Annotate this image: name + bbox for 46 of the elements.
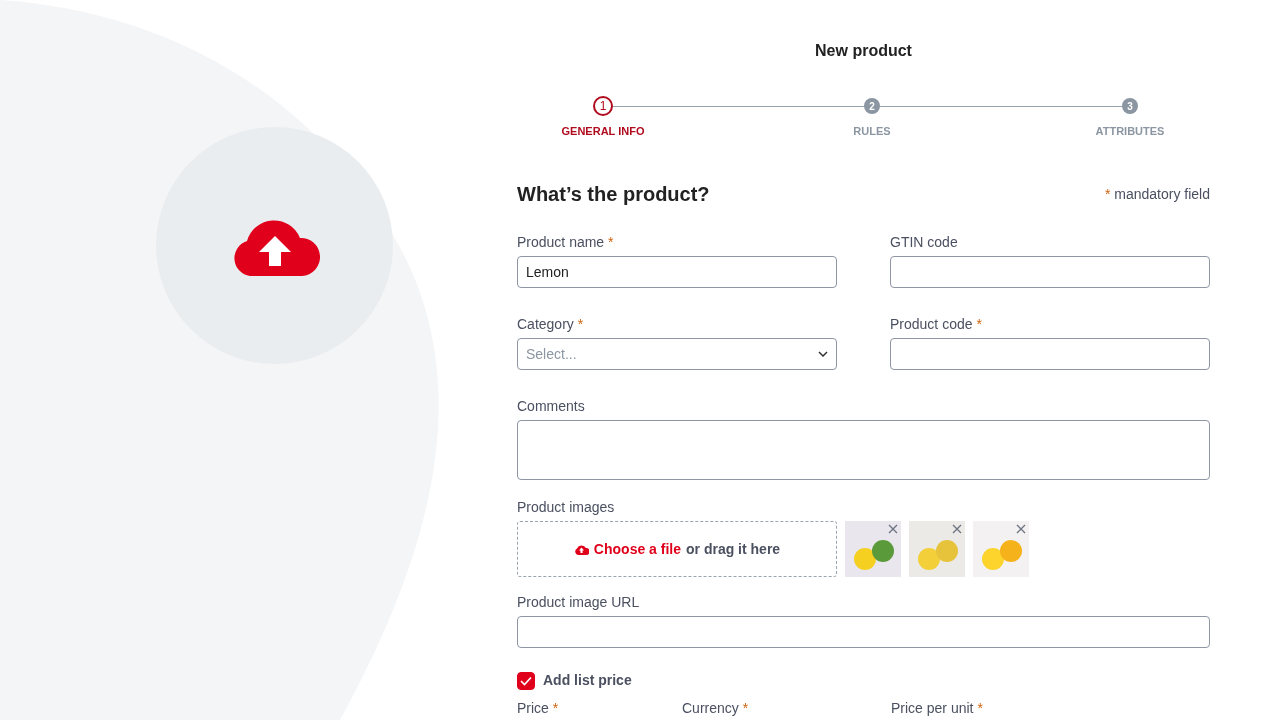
text-field[interactable]: Lemon bbox=[517, 256, 837, 288]
required-asterisk: * bbox=[608, 234, 614, 250]
checkbox-label: Add list price bbox=[543, 671, 632, 690]
field-label: Product name bbox=[517, 234, 605, 250]
close-icon[interactable] bbox=[888, 524, 898, 534]
comments-field[interactable] bbox=[517, 420, 1210, 480]
step-tab[interactable]: RULES bbox=[853, 123, 891, 140]
field-label: Product image URL bbox=[517, 594, 640, 610]
close-icon[interactable] bbox=[1016, 524, 1026, 534]
drop-hint: or drag it here bbox=[686, 539, 781, 559]
field-label: Comments bbox=[517, 398, 585, 414]
text-field[interactable] bbox=[890, 338, 1210, 370]
choose-file-link[interactable]: Choose a file bbox=[593, 538, 681, 560]
lemon-photo bbox=[909, 521, 965, 577]
field-label: GTIN code bbox=[890, 234, 958, 250]
step-number[interactable]: 3 bbox=[1122, 98, 1138, 114]
field-label: Price per unit bbox=[891, 700, 974, 716]
step-number[interactable]: 2 bbox=[864, 98, 880, 114]
required-asterisk: * bbox=[976, 316, 982, 332]
lemon-photo bbox=[845, 521, 901, 577]
text-field[interactable] bbox=[890, 256, 1210, 288]
chevron-down-icon bbox=[818, 351, 828, 357]
section-heading: What’s the product? bbox=[517, 182, 710, 206]
required-asterisk: * bbox=[1104, 185, 1111, 202]
select-dropdown[interactable]: Select... bbox=[517, 338, 837, 370]
required-asterisk: * bbox=[977, 700, 983, 716]
step-tab[interactable]: ATTRIBUTES bbox=[1095, 123, 1165, 140]
lemon-photo bbox=[973, 521, 1029, 577]
step-number[interactable]: 1 bbox=[593, 96, 613, 116]
field-label: Product code bbox=[890, 316, 973, 332]
mandatory-note: mandatory field bbox=[1114, 185, 1210, 202]
step-tab[interactable]: GENERAL INFO bbox=[561, 123, 645, 140]
field-label: Currency bbox=[682, 700, 739, 716]
field-label: Product images bbox=[517, 499, 615, 515]
cloud-upload-icon bbox=[573, 543, 589, 555]
url-field[interactable] bbox=[517, 616, 1210, 648]
field-label: Category bbox=[517, 316, 574, 332]
close-icon[interactable] bbox=[952, 524, 962, 534]
required-asterisk: * bbox=[742, 700, 749, 716]
required-asterisk: * bbox=[552, 700, 559, 716]
file-dropzone[interactable]: Choose a file or drag it here bbox=[517, 521, 837, 577]
required-asterisk: * bbox=[577, 316, 584, 332]
check-icon bbox=[520, 675, 532, 686]
checkbox[interactable] bbox=[517, 671, 535, 690]
field-label: Price bbox=[517, 700, 549, 716]
page-title: New product bbox=[814, 41, 913, 61]
